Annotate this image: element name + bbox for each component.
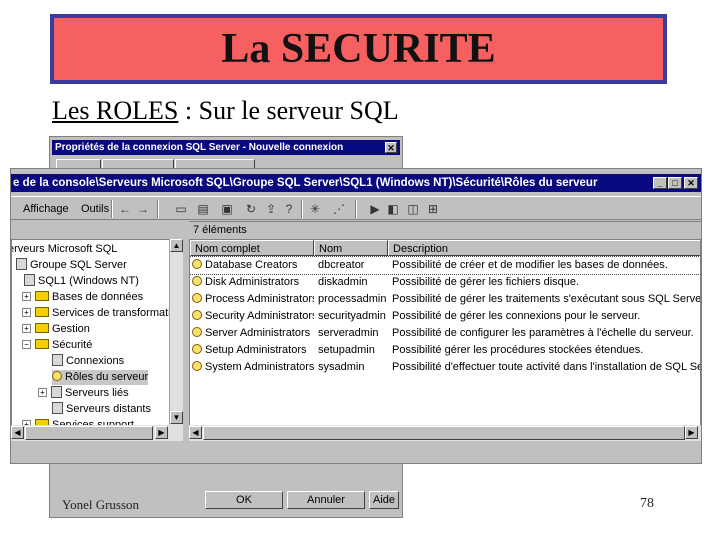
list-header: Nom complet Nom Description [190,240,700,256]
scroll-thumb[interactable] [25,426,153,440]
dialog-close-button[interactable]: ✕ [385,142,397,153]
tree-item-logins[interactable]: Connexions [52,354,124,369]
toolbar-separator [111,200,113,218]
folder-icon [35,307,49,317]
menu-tools[interactable]: Outils [81,203,109,215]
console-tree: erveurs Microsoft SQL Groupe SQL Server … [11,239,183,441]
server-roles-list: Nom complet Nom Description Database Cre… [189,239,701,441]
scroll-left-icon[interactable]: ◀ [189,426,202,439]
dialog-title-bar: Propriétés de la connexion SQL Server - … [52,140,400,155]
role-icon [192,361,202,371]
expand-icon[interactable]: + [22,292,31,301]
toolbar: Affichage Outils ← → ▭ ▤ ▣ ↻ ⇪ ? ✳ ⋰ ▶ ◧… [11,196,701,220]
window-title: e de la console\Serveurs Microsoft SQL\G… [13,177,598,189]
help-icon[interactable]: ? [281,201,297,217]
ok-button[interactable]: OK [205,491,283,509]
refresh-icon[interactable]: ↻ [243,201,259,217]
tree-item-transformation-services[interactable]: + Services de transformation [22,306,182,321]
up-folder-icon[interactable]: ▭ [173,201,189,217]
subtitle-rest: : Sur le serveur SQL [178,96,399,125]
collapse-icon[interactable]: − [22,340,31,349]
list-horizontal-scrollbar[interactable]: ◀ ▶ [189,425,701,441]
cancel-button[interactable]: Annuler [287,491,365,509]
toolbar-separator [355,200,357,218]
wizard-icon[interactable]: ✳ [307,201,323,217]
maximize-button[interactable]: □ [668,177,682,189]
dialog-title: Propriétés de la connexion SQL Server - … [55,142,344,153]
folder-icon [35,339,49,349]
scroll-down-icon[interactable]: ▼ [170,411,183,424]
list-row[interactable]: Disk Administrators diskadmin Possibilit… [190,274,700,291]
properties-icon[interactable]: ▣ [219,201,235,217]
start-server-icon[interactable]: ▶ [367,201,383,217]
database-icon[interactable]: ◧ [385,201,401,217]
role-icon [192,310,202,320]
item-count-bar: 7 éléments [189,221,701,237]
scroll-right-icon[interactable]: ▶ [685,426,698,439]
tree-item-sql1[interactable]: SQL1 (Windows NT) [24,274,139,289]
expand-icon[interactable]: + [22,324,31,333]
role-icon [192,276,202,286]
tree-item-security[interactable]: − Sécurité [22,338,92,353]
server-roles-icon [52,371,62,381]
folder-icon [35,291,49,301]
tree-horizontal-scrollbar[interactable]: ◀ ▶ [11,425,183,441]
show-tree-icon[interactable]: ▤ [195,201,211,217]
list-row[interactable]: Database Creators dbcreator Possibilité … [190,256,700,275]
tree-item-remote-servers[interactable]: Serveurs distants [52,402,151,417]
slide-title: La SECURITE [221,26,496,72]
help-button[interactable]: Aide [369,491,399,509]
list-row[interactable]: Setup Administrators setupadmin Possibil… [190,342,700,359]
list-row[interactable]: Process Administrators processadmin Poss… [190,291,700,308]
expand-icon[interactable]: + [22,308,31,317]
minimize-button[interactable]: _ [653,177,667,189]
list-row[interactable]: Security Administrators securityadmin Po… [190,308,700,325]
console-window: e de la console\Serveurs Microsoft SQL\G… [10,168,702,464]
linked-servers-icon [51,386,62,398]
column-header-description[interactable]: Description [388,240,700,256]
scroll-thumb[interactable] [203,426,685,440]
login-icon[interactable]: ◫ [405,201,421,217]
toolbar-separator [301,200,303,218]
list-row[interactable]: System Administrators sysadmin Possibili… [190,359,700,376]
column-header-name[interactable]: Nom [314,240,388,256]
tree-item-management[interactable]: + Gestion [22,322,90,337]
list-row[interactable]: Server Administrators serveradmin Possib… [190,325,700,342]
role-icon [192,293,202,303]
subtitle-underlined: Les ROLES [52,96,179,125]
author-name: Yonel Grusson [62,497,140,512]
server-group-icon [16,258,27,270]
window-title-bar: e de la console\Serveurs Microsoft SQL\G… [11,174,701,192]
item-count: 7 éléments [193,224,247,236]
role-icon [192,327,202,337]
query-icon[interactable]: ⋰ [331,201,347,217]
menu-view[interactable]: Affichage [23,203,69,215]
tree-item-linked-servers[interactable]: + Serveurs liés [38,386,129,401]
folder-icon [35,323,49,333]
forward-arrow-icon[interactable]: → [135,201,151,217]
expand-icon[interactable]: + [38,388,47,397]
tree-item-databases[interactable]: + Bases de données [22,290,143,305]
export-icon[interactable]: ⇪ [263,201,279,217]
role-icon [192,259,202,269]
tree-item-server-roles[interactable]: Rôles du serveur [52,370,149,385]
slide-subtitle: Les ROLES : Sur le serveur SQL [52,96,399,126]
back-arrow-icon[interactable]: ← [117,201,133,217]
scroll-left-icon[interactable]: ◀ [11,426,24,439]
column-header-full-name[interactable]: Nom complet [190,240,314,256]
server-icon [24,274,35,286]
scroll-up-icon[interactable]: ▲ [170,239,183,252]
scroll-right-icon[interactable]: ▶ [155,426,168,439]
slide-title-banner: La SECURITE [50,14,667,84]
tree-item-sql-server-group[interactable]: Groupe SQL Server [16,258,127,273]
tree-vertical-scrollbar[interactable]: ▲ ▼ [169,239,183,425]
role-icon [192,344,202,354]
close-button[interactable]: ✕ [684,177,698,189]
new-object-icon[interactable]: ⊞ [425,201,441,217]
logins-icon [52,354,63,366]
toolbar-separator [157,200,159,218]
page-number: 78 [640,496,654,511]
remote-servers-icon [52,402,63,414]
tree-item-microsoft-sql-servers[interactable]: erveurs Microsoft SQL [12,242,117,257]
